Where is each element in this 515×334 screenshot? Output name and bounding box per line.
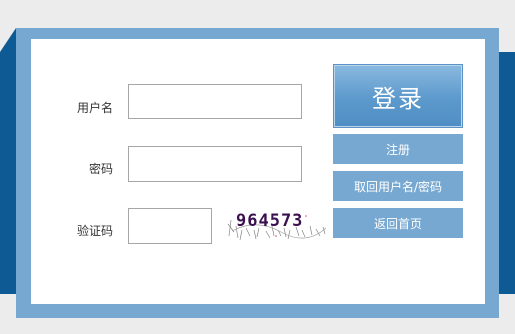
captcha-input[interactable] <box>128 208 212 244</box>
frame-corner <box>0 28 16 52</box>
login-button[interactable]: 登录 <box>333 64 463 128</box>
captcha-image[interactable]: 964573 <box>226 206 328 240</box>
recover-account-button[interactable]: 取回用户名/密码 <box>333 171 463 201</box>
captcha-text: 964573 <box>236 211 303 231</box>
captcha-label: 验证码 <box>76 224 113 238</box>
username-input[interactable] <box>128 84 302 119</box>
password-input[interactable] <box>128 146 302 182</box>
password-label: 密码 <box>88 162 113 176</box>
register-button[interactable]: 注册 <box>333 134 463 164</box>
username-label: 用户名 <box>76 101 113 115</box>
home-button[interactable]: 返回首页 <box>333 208 463 238</box>
